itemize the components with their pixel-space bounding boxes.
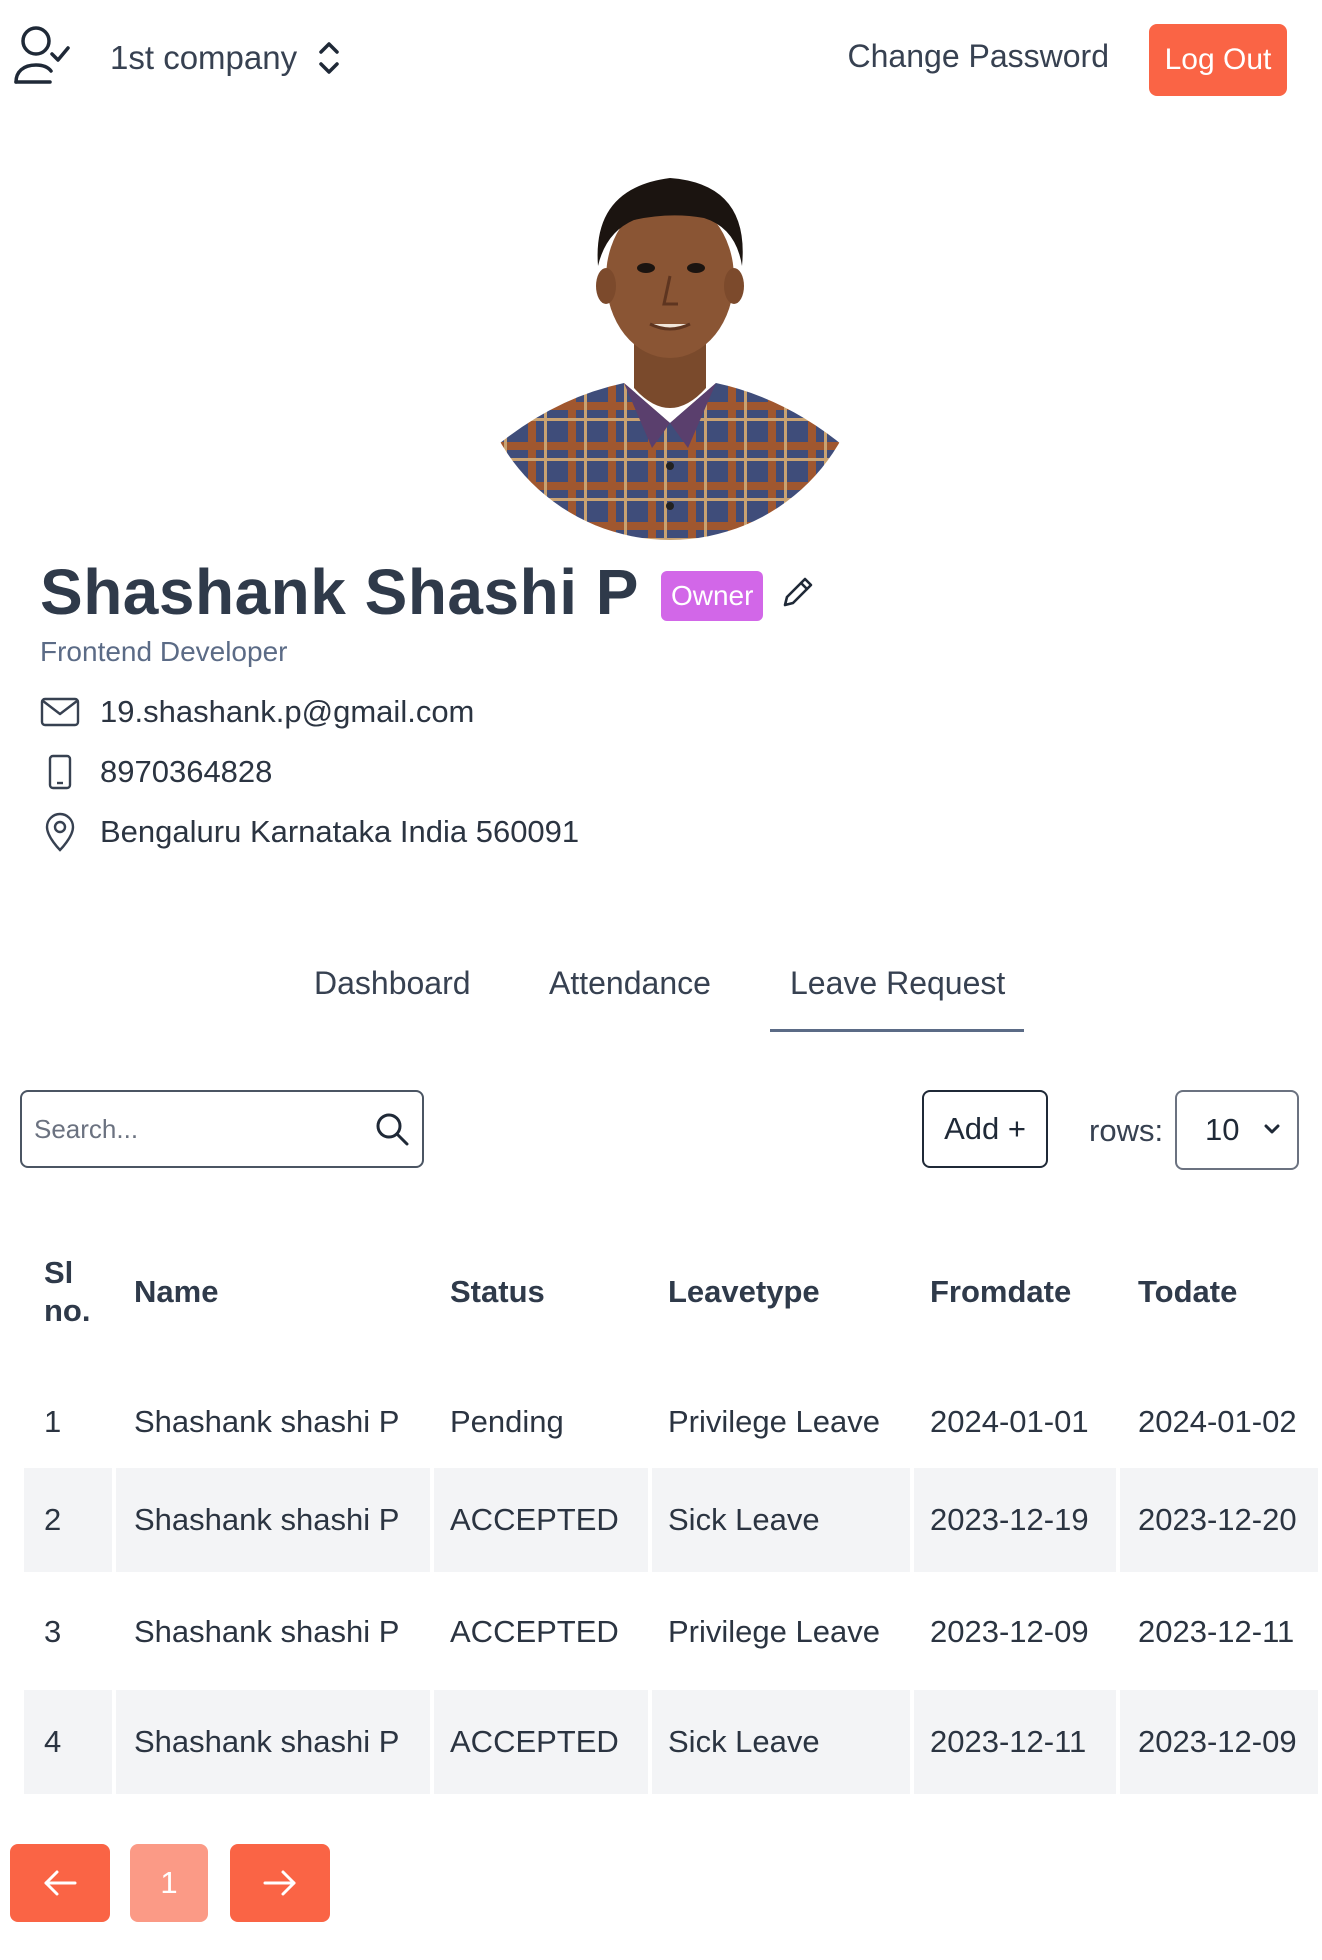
search-icon[interactable] <box>374 1111 410 1147</box>
user-check-icon[interactable] <box>12 24 70 86</box>
rows-label: rows: <box>1089 1113 1164 1148</box>
tab-dashboard[interactable]: Dashboard <box>314 965 471 1002</box>
previous-page-button[interactable] <box>10 1844 110 1922</box>
arrow-left-icon <box>44 1870 77 1896</box>
profile-email: 19.shashank.p@gmail.com <box>100 694 475 729</box>
role-badge: Owner <box>660 571 764 621</box>
cell-name: Shashank shashi P <box>134 1724 400 1759</box>
search-box <box>20 1090 424 1168</box>
cell-name: Shashank shashi P <box>134 1614 400 1649</box>
cell-fromdate: 2023-12-11 <box>930 1724 1087 1759</box>
cell-leavetype: Sick Leave <box>668 1724 820 1759</box>
tab-attendance[interactable]: Attendance <box>549 965 711 1002</box>
cell-fromdate: 2023-12-19 <box>930 1502 1089 1537</box>
profile-name: Shashank Shashi P <box>40 556 639 628</box>
cell-leavetype: Privilege Leave <box>668 1614 880 1649</box>
cell-status: ACCEPTED <box>450 1502 619 1537</box>
cell-fromdate: 2023-12-09 <box>930 1614 1089 1649</box>
cell-leavetype: Privilege Leave <box>668 1404 880 1439</box>
tab-bar: Dashboard Attendance Leave Request <box>0 965 1322 1035</box>
active-tab-indicator <box>770 1029 1024 1032</box>
tab-leave-request[interactable]: Leave Request <box>790 965 1005 1002</box>
next-page-button[interactable] <box>230 1844 330 1922</box>
cell-sl: 1 <box>44 1404 62 1439</box>
mail-icon <box>40 692 80 732</box>
profile-name-row: Shashank Shashi P Owner <box>40 555 815 629</box>
search-input[interactable] <box>32 1112 374 1146</box>
page-number-button[interactable]: 1 <box>130 1844 208 1922</box>
cell-todate: 2023-12-11 <box>1138 1614 1295 1649</box>
cell-todate: 2023-12-20 <box>1138 1502 1297 1537</box>
avatar <box>474 148 866 540</box>
email-row: 19.shashank.p@gmail.com <box>40 692 474 732</box>
cell-status: Pending <box>450 1404 564 1439</box>
cell-status: ACCEPTED <box>450 1614 619 1649</box>
chevron-down-icon <box>1264 1124 1280 1134</box>
add-button[interactable]: Add + <box>922 1090 1048 1168</box>
cell-name: Shashank shashi P <box>134 1404 400 1439</box>
header-leavetype: Leavetype <box>668 1274 820 1309</box>
header-name: Name <box>134 1274 219 1309</box>
header-todate: Todate <box>1138 1274 1238 1309</box>
top-bar: 1st company Change Password Log Out <box>0 0 1322 120</box>
table-row: 3 Shashank shashi P ACCEPTED Privilege L… <box>24 1580 1318 1684</box>
phone-icon <box>40 752 80 792</box>
cell-status: ACCEPTED <box>450 1724 619 1759</box>
cell-leavetype: Sick Leave <box>668 1502 820 1537</box>
cell-fromdate: 2024-01-01 <box>930 1404 1089 1439</box>
pencil-icon[interactable] <box>781 575 815 609</box>
phone-row: 8970364828 <box>40 752 272 792</box>
profile-address: Bengaluru Karnataka India 560091 <box>100 814 580 849</box>
profile-phone: 8970364828 <box>100 754 273 789</box>
header-status: Status <box>450 1274 545 1309</box>
cell-todate: 2023-12-09 <box>1138 1724 1297 1759</box>
cell-sl: 4 <box>44 1724 62 1759</box>
location-pin-icon <box>40 812 80 852</box>
table-row: 2 Shashank shashi P ACCEPTED Sick Leave … <box>24 1468 1318 1572</box>
cell-sl: 3 <box>44 1614 62 1649</box>
cell-todate: 2024-01-02 <box>1138 1404 1297 1439</box>
company-name: 1st company <box>110 39 298 76</box>
change-password-link[interactable]: Change Password <box>848 38 1109 75</box>
logout-button[interactable]: Log Out <box>1149 24 1287 96</box>
cell-name: Shashank shashi P <box>134 1502 400 1537</box>
company-switcher[interactable]: 1st company <box>110 36 343 80</box>
table-row: 1 Shashank shashi P Pending Privilege Le… <box>24 1370 1318 1474</box>
header-sl-no: Sl no. <box>44 1255 91 1328</box>
rows-per-page-select[interactable]: 10 <box>1175 1090 1299 1170</box>
profile-role: Frontend Developer <box>40 636 288 667</box>
arrow-right-icon <box>263 1870 296 1896</box>
table-row: 4 Shashank shashi P ACCEPTED Sick Leave … <box>24 1690 1318 1794</box>
header-fromdate: Fromdate <box>930 1274 1072 1309</box>
address-row: Bengaluru Karnataka India 560091 <box>40 812 579 852</box>
chevron-up-down-icon <box>319 42 339 74</box>
rows-select-value: 10 <box>1205 1112 1240 1147</box>
cell-sl: 2 <box>44 1502 62 1537</box>
